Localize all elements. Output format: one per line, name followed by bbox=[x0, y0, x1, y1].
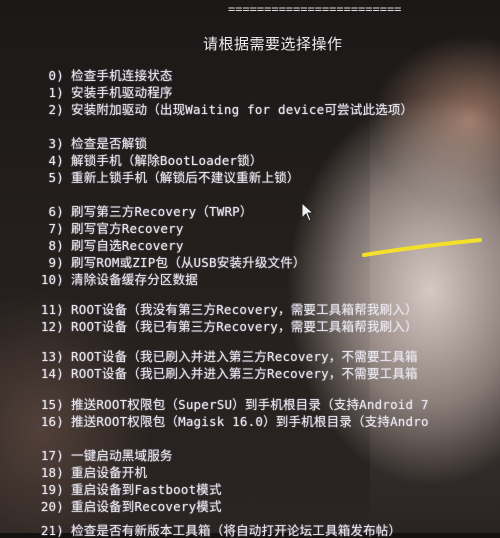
menu-option-5: 5) 重新上锁手机（解锁后不建议重新上锁） bbox=[0, 171, 300, 185]
option-label: 安装手机驱动程序 bbox=[71, 85, 173, 100]
option-label: ROOT设备（我没有第三方Recovery，需要工具箱帮我刷入） bbox=[71, 302, 418, 317]
menu-option-21: 21) 检查是否有新版本工具箱（将自动打开论坛工具箱发布帖） bbox=[0, 524, 401, 538]
option-number: 19) bbox=[40, 482, 64, 497]
option-number: 4) bbox=[48, 153, 64, 168]
option-number: 3) bbox=[48, 136, 64, 151]
menu-option-2: 2) 安装附加驱动（出现Waiting for device可尝试此选项） bbox=[0, 102, 414, 117]
option-number: 5) bbox=[48, 170, 64, 185]
option-label: 解锁手机（解除BootLoader锁） bbox=[71, 153, 263, 168]
menu-option-17: 17) 一键启动黑域服务 bbox=[0, 449, 173, 463]
option-label: 刷写自选Recovery bbox=[71, 238, 184, 253]
option-label: 一键启动黑域服务 bbox=[71, 448, 173, 463]
option-number: 18) bbox=[40, 465, 64, 480]
option-label: 刷写ROM或ZIP包（从USB安装升级文件） bbox=[71, 255, 306, 270]
menu-option-19: 19) 重启设备到Fastboot模式 bbox=[0, 483, 222, 497]
menu-option-3: 3) 检查是否解锁 bbox=[0, 137, 147, 151]
option-number: 12) bbox=[40, 319, 64, 334]
menu-option-12: 12) ROOT设备（我已有第三方Recovery，需要工具箱帮我刷入） bbox=[0, 320, 418, 334]
option-label: 清除设备缓存分区数据 bbox=[71, 272, 199, 287]
menu-option-6: 6) 刷写第三方Recovery（TWRP） bbox=[0, 205, 253, 219]
option-number: 10) bbox=[40, 272, 64, 287]
menu-option-18: 18) 重启设备开机 bbox=[0, 466, 147, 480]
prompt-title: 请根据需要选择操作 bbox=[203, 35, 343, 53]
option-number: 9) bbox=[48, 255, 64, 270]
option-label: 检查是否解锁 bbox=[71, 136, 148, 151]
option-number: 1) bbox=[48, 85, 64, 100]
menu-option-10: 10) 清除设备缓存分区数据 bbox=[0, 273, 198, 287]
header-rule: ======================== bbox=[228, 2, 402, 16]
option-label: 刷写官方Recovery bbox=[71, 221, 184, 236]
option-label: 重新上锁手机（解锁后不建议重新上锁） bbox=[71, 170, 300, 185]
menu-option-7: 7) 刷写官方Recovery bbox=[0, 222, 184, 236]
option-number: 11) bbox=[40, 302, 64, 317]
menu-option-16: 16) 推送ROOT权限包（Magisk 16.0）到手机根目录（支持Andro bbox=[0, 415, 429, 429]
menu-option-20: 20) 重启设备到Recovery模式 bbox=[0, 500, 222, 514]
option-number: 14) bbox=[40, 366, 64, 381]
option-label: 重启设备到Recovery模式 bbox=[71, 499, 222, 514]
menu-option-15: 15) 推送ROOT权限包（SuperSU）到手机根目录（支持Android 7 bbox=[0, 398, 429, 412]
option-number: 6) bbox=[48, 204, 64, 219]
yellow-highlight-stroke bbox=[362, 238, 482, 257]
option-label: 推送ROOT权限包（Magisk 16.0）到手机根目录（支持Andro bbox=[71, 414, 429, 429]
option-number: 0) bbox=[48, 68, 64, 83]
option-label: 推送ROOT权限包（SuperSU）到手机根目录（支持Android 7 bbox=[71, 397, 429, 412]
option-label: 安装附加驱动（出现Waiting for device可尝试此选项） bbox=[71, 102, 414, 117]
menu-option-14: 14) ROOT设备（我已刷入并进入第三方Recovery，不需要工具箱 bbox=[0, 367, 418, 381]
menu-option-0: 0) 检查手机连接状态 bbox=[0, 69, 173, 83]
menu-option-1: 1) 安装手机驱动程序 bbox=[0, 86, 173, 100]
option-number: 17) bbox=[40, 448, 64, 463]
menu-option-11: 11) ROOT设备（我没有第三方Recovery，需要工具箱帮我刷入） bbox=[0, 303, 418, 317]
option-label: 重启设备到Fastboot模式 bbox=[71, 482, 222, 497]
option-number: 13) bbox=[40, 349, 64, 364]
option-number: 15) bbox=[40, 397, 64, 412]
option-label: 重启设备开机 bbox=[71, 465, 148, 480]
option-number: 8) bbox=[48, 238, 64, 253]
option-number: 20) bbox=[40, 499, 64, 514]
option-number: 21) bbox=[40, 523, 64, 538]
option-label: 刷写第三方Recovery（TWRP） bbox=[71, 204, 253, 219]
option-label: ROOT设备（我已刷入并进入第三方Recovery，不需要工具箱 bbox=[71, 366, 418, 381]
menu-option-9: 9) 刷写ROM或ZIP包（从USB安装升级文件） bbox=[0, 256, 306, 270]
menu-option-13: 13) ROOT设备（我已刷入并进入第三方Recovery，不需要工具箱 bbox=[0, 350, 418, 364]
option-label: 检查是否有新版本工具箱（将自动打开论坛工具箱发布帖） bbox=[71, 523, 402, 538]
option-label: ROOT设备（我已刷入并进入第三方Recovery，不需要工具箱 bbox=[71, 349, 418, 364]
option-label: ROOT设备（我已有第三方Recovery，需要工具箱帮我刷入） bbox=[71, 319, 418, 334]
option-number: 16) bbox=[40, 414, 64, 429]
option-number: 7) bbox=[48, 221, 64, 236]
menu-option-8: 8) 刷写自选Recovery bbox=[0, 239, 184, 253]
mouse-pointer-icon bbox=[301, 202, 315, 222]
menu-option-4: 4) 解锁手机（解除BootLoader锁） bbox=[0, 154, 263, 168]
option-label: 检查手机连接状态 bbox=[71, 68, 173, 83]
option-number: 2) bbox=[48, 102, 64, 117]
